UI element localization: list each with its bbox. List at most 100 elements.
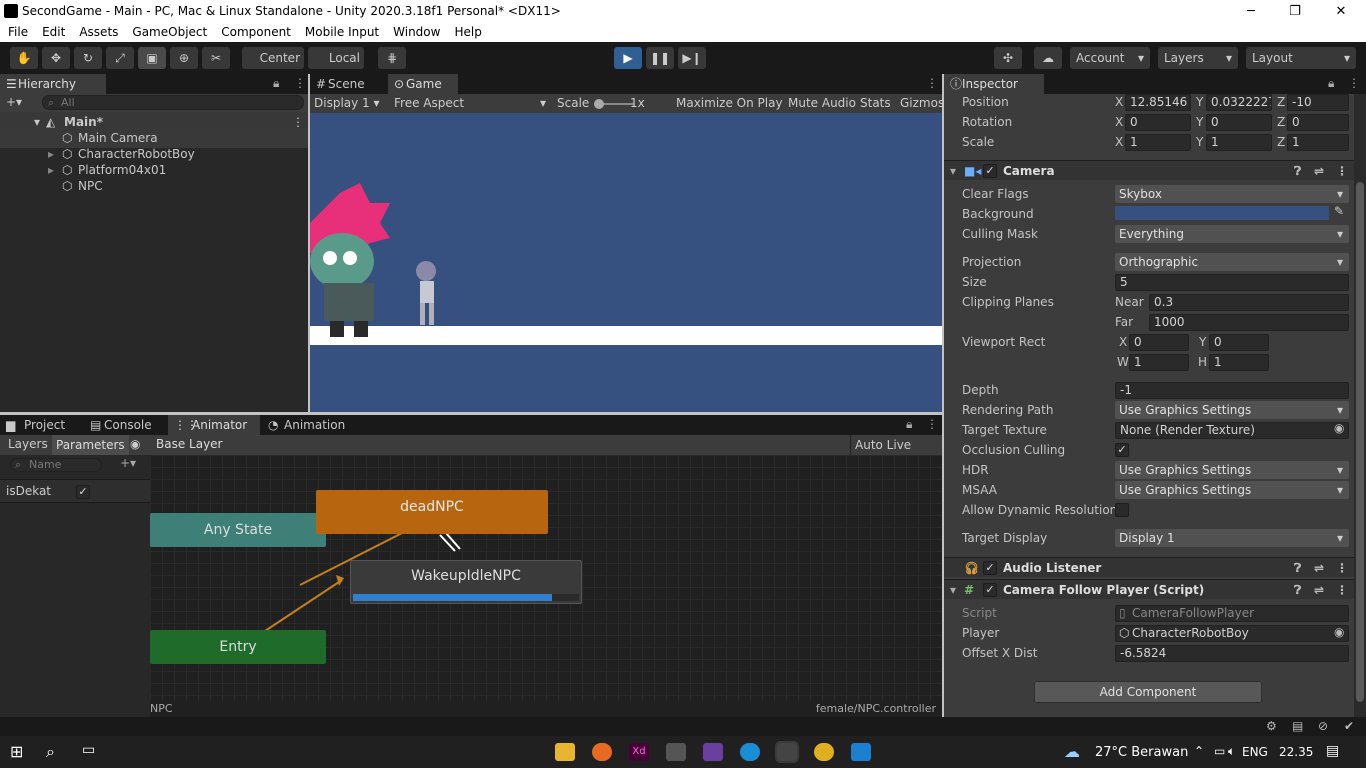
list-item[interactable]: ⬡ NPC [0, 176, 308, 196]
menu-edit[interactable]: Edit [38, 23, 69, 39]
state-deadnpc[interactable]: deadNPC [316, 490, 548, 534]
help-icon[interactable]: ❓︎ [1294, 161, 1301, 181]
transform-tool-icon[interactable]: ⊕ [170, 47, 198, 69]
eyedropper-icon[interactable]: ✎ [1334, 204, 1344, 218]
state-entry[interactable]: Entry [150, 630, 326, 664]
camera-follow-header[interactable]: ▾ # ✓ Camera Follow Player (Script) ❓︎ ⇌… [944, 579, 1354, 599]
background-color-swatch[interactable] [1115, 206, 1329, 220]
help-icon[interactable]: ❓︎ [1294, 580, 1301, 600]
tab-game[interactable]: ⊙ Game [388, 74, 458, 94]
dynamic-resolution-checkbox[interactable] [1115, 503, 1129, 517]
language-indicator[interactable]: ENG [1242, 745, 1268, 759]
foldout-arrow-icon[interactable]: ▾ [950, 580, 956, 600]
move-tool-icon[interactable]: ✥ [42, 47, 70, 69]
more-icon[interactable]: ⋮ [926, 76, 938, 90]
camera-enabled-checkbox[interactable]: ✓ [983, 164, 997, 178]
size-field[interactable]: 5 [1115, 274, 1349, 291]
parameter-checkbox[interactable]: ✓ [76, 485, 90, 499]
network-icon[interactable]: ▭ [1214, 744, 1225, 758]
menu-gameobject[interactable]: GameObject [128, 23, 211, 39]
offset-field[interactable]: -6.5824 [1115, 645, 1349, 662]
volume-icon[interactable]: 🔈︎ [1228, 744, 1235, 759]
firefox-icon[interactable] [592, 743, 612, 761]
hierarchy-search-input[interactable]: ⌕ All [42, 95, 304, 110]
vscode-icon[interactable] [851, 743, 871, 761]
position-y-field[interactable]: 0.0322227 [1206, 94, 1272, 111]
viewport-y-field[interactable]: 0 [1209, 334, 1269, 351]
cache-icon[interactable]: ▤ [1292, 719, 1303, 733]
animator-graph[interactable]: Any State deadNPC WakeupIdleNPC Entry [150, 455, 942, 701]
game-viewport[interactable] [310, 113, 942, 412]
check-icon[interactable]: ✔ [1344, 719, 1354, 733]
visual-studio-icon[interactable] [703, 743, 723, 761]
lock-icon[interactable]: 🔒︎ [273, 76, 279, 91]
far-field[interactable]: 1000 [1149, 314, 1349, 331]
player-field[interactable]: ⬡ CharacterRobotBoy [1115, 625, 1349, 642]
rotation-y-field[interactable]: 0 [1206, 114, 1272, 131]
scale-tool-icon[interactable]: ⤢ [106, 47, 134, 69]
scale-x-field[interactable]: 1 [1125, 134, 1191, 151]
step-button[interactable]: ▶❙ [678, 47, 706, 69]
auto-live-link-button[interactable]: Auto Live Link [850, 435, 942, 472]
presets-icon[interactable]: ⇌ [1314, 580, 1324, 600]
position-z-field[interactable]: -10 [1287, 94, 1349, 111]
inspector-scrollbar[interactable] [1354, 94, 1366, 717]
target-texture-field[interactable]: None (Render Texture) [1115, 422, 1349, 439]
object-picker-icon[interactable]: ◉ [1334, 625, 1344, 639]
base-layer-breadcrumb[interactable]: Base Layer [156, 437, 223, 451]
tab-console[interactable]: ▤ Console [86, 415, 166, 435]
tab-layers[interactable]: Layers [8, 437, 48, 451]
foldout-arrow-icon[interactable]: ▾ [950, 161, 956, 181]
collab-icon[interactable]: ✣ [994, 47, 1022, 69]
scale-y-field[interactable]: 1 [1206, 134, 1272, 151]
notifications-icon[interactable]: ▤ [1326, 743, 1339, 759]
cloud-icon[interactable]: ☁ [1034, 47, 1062, 69]
windows-start-icon[interactable]: ⊞ [10, 742, 23, 761]
parameter-name[interactable]: isDekat [6, 484, 51, 498]
state-any[interactable]: Any State [150, 513, 326, 547]
bug-icon[interactable]: ⚙ [1266, 719, 1277, 733]
presets-icon[interactable]: ⇌ [1314, 558, 1324, 578]
clear-flags-dropdown[interactable]: Skybox [1115, 185, 1349, 203]
weather-text[interactable]: 27°C Berawan [1095, 745, 1188, 760]
msaa-dropdown[interactable]: Use Graphics Settings [1115, 481, 1349, 499]
rotation-x-field[interactable]: 0 [1125, 114, 1191, 131]
component-more-icon[interactable]: ⋮ [1336, 580, 1348, 600]
display-dropdown[interactable]: Display 1 ▾ [314, 94, 380, 113]
lock-icon[interactable]: 🔒︎ [1328, 76, 1334, 91]
tab-project[interactable]: ▆ Project [0, 415, 84, 435]
pivot-center-button[interactable]: Center [242, 47, 304, 69]
play-button[interactable]: ▶ [614, 47, 642, 69]
layout-dropdown[interactable]: Layout ▾ [1246, 47, 1356, 69]
projection-dropdown[interactable]: Orthographic [1115, 253, 1349, 271]
menu-assets[interactable]: Assets [75, 23, 122, 39]
rect-tool-icon[interactable]: ▣ [138, 47, 166, 69]
menu-mobile-input[interactable]: Mobile Input [301, 23, 383, 39]
culling-mask-dropdown[interactable]: Everything [1115, 225, 1349, 243]
chrome-icon[interactable] [814, 743, 834, 761]
clock[interactable]: 22.35 [1279, 745, 1313, 759]
grid-snap-icon[interactable]: ⋕ [378, 47, 406, 69]
add-parameter-icon[interactable]: +▾ [120, 456, 136, 470]
scale-slider-thumb[interactable] [594, 99, 604, 109]
unity-icon[interactable] [775, 741, 799, 763]
unity-hub-icon[interactable] [666, 743, 686, 761]
custom-tool-icon[interactable]: ✂ [202, 47, 230, 69]
near-field[interactable]: 0.3 [1149, 294, 1349, 311]
pivot-local-button[interactable]: Local [308, 47, 364, 69]
close-button[interactable]: ✕ [1318, 0, 1364, 23]
rotate-tool-icon[interactable]: ↻ [74, 47, 102, 69]
layers-dropdown[interactable]: Layers ▾ [1158, 47, 1238, 69]
audio-listener-checkbox[interactable]: ✓ [983, 561, 997, 575]
position-x-field[interactable]: 12.85146 [1125, 94, 1191, 111]
menu-component[interactable]: Component [217, 23, 295, 39]
viewport-w-field[interactable]: 1 [1129, 354, 1189, 371]
object-picker-icon[interactable]: ◉ [1334, 421, 1344, 435]
audio-listener-header[interactable]: 🎧︎ ✓ Audio Listener ❓︎ ⇌ ⋮ [944, 557, 1354, 577]
rendering-path-dropdown[interactable]: Use Graphics Settings [1115, 401, 1349, 419]
component-more-icon[interactable]: ⋮ [1336, 161, 1348, 181]
weather-icon[interactable]: ☁ [1064, 742, 1080, 761]
maximize-on-play-button[interactable]: Maximize On Play [676, 94, 783, 113]
tab-animation[interactable]: ◔ Animation [262, 415, 352, 435]
edge-icon[interactable] [740, 743, 760, 761]
